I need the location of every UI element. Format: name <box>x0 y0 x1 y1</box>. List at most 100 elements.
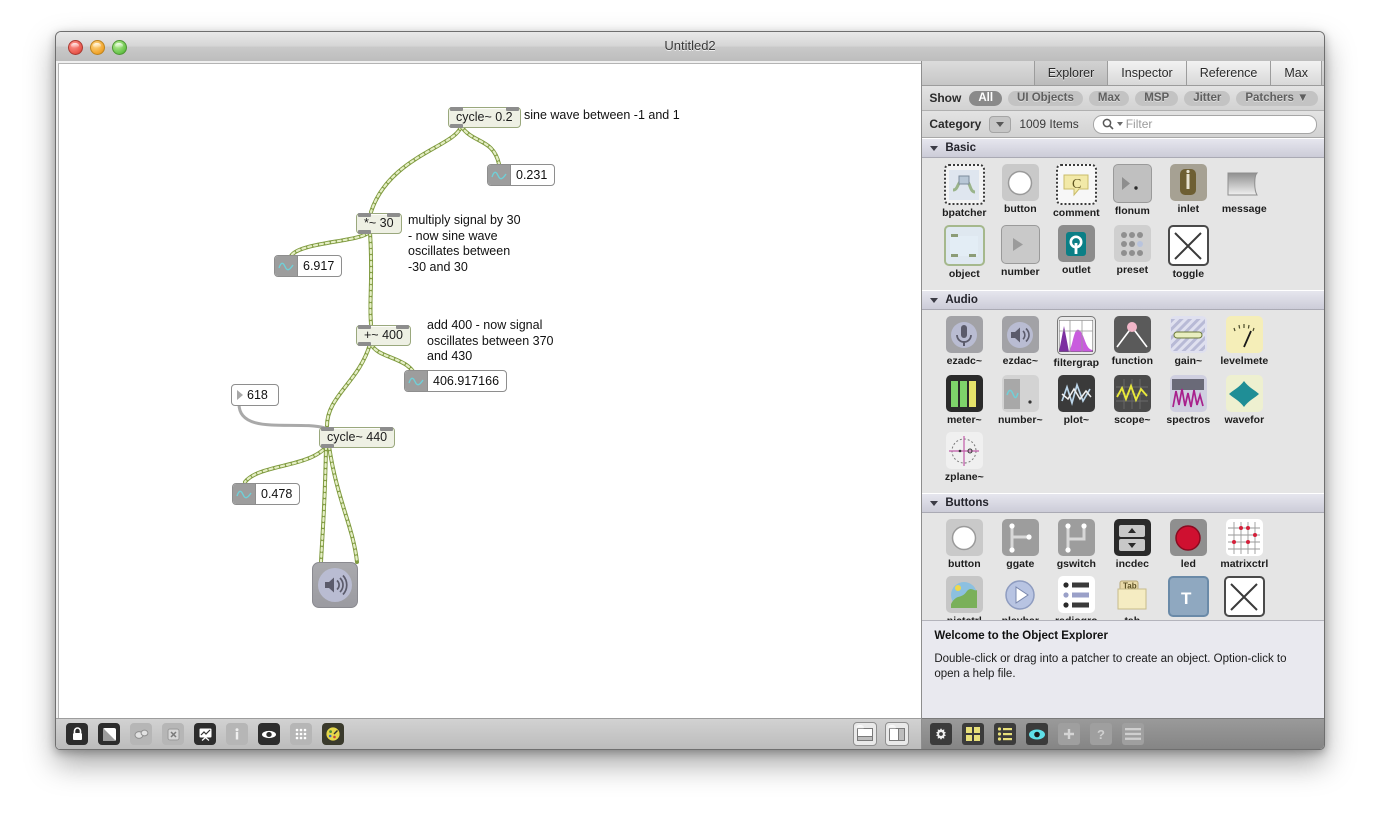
object-item-tab[interactable]: Tab tab <box>1104 576 1160 620</box>
number-signal-0231[interactable]: 0.231 <box>487 164 556 186</box>
window-titlebar[interactable]: Untitled2 <box>56 32 1324 62</box>
object-item-ezadc[interactable]: ezadc~ <box>936 316 992 369</box>
grid-view-icon[interactable] <box>962 723 985 745</box>
inspector-icon[interactable] <box>226 723 248 745</box>
filter-ui-objects[interactable]: UI Objects <box>1008 90 1083 106</box>
number-box-618[interactable]: 618 <box>231 384 279 406</box>
object-item-textbutton[interactable]: T textbutto <box>1160 576 1216 620</box>
object-item-plot[interactable]: plot~ <box>1048 375 1104 426</box>
object-item-radiogroup[interactable]: radiogro <box>1048 576 1104 620</box>
object-item-playbar[interactable]: playbar <box>992 576 1048 620</box>
number-icon <box>1000 225 1040 264</box>
bottom-panel-icon[interactable] <box>853 722 878 746</box>
signal-value: 0.478 <box>261 487 293 501</box>
object-item-filtergraph[interactable]: filtergrap <box>1048 316 1104 369</box>
filter-patchers[interactable]: Patchers ▼ <box>1236 90 1318 106</box>
object-item-waveform[interactable]: wavefor <box>1216 375 1272 426</box>
number-signal-0478[interactable]: 0.478 <box>232 483 301 505</box>
object-item-ggate[interactable]: ggate <box>992 519 1048 570</box>
speaker-icon <box>318 568 352 602</box>
object-item-incdec[interactable]: incdec <box>1104 519 1160 570</box>
object-item-function[interactable]: function <box>1104 316 1160 369</box>
object-item-object[interactable]: object <box>936 225 992 280</box>
section-header-buttons[interactable]: Buttons <box>922 493 1324 513</box>
tab-label: Inspector <box>1121 66 1173 80</box>
palette-icon[interactable] <box>322 723 344 745</box>
object-item-bpatcher[interactable]: bpatcher <box>936 164 992 219</box>
object-item-gswitch[interactable]: gswitch <box>1048 519 1104 570</box>
tab-icon: Tab <box>1114 576 1151 613</box>
number-signal-406917166[interactable]: 406.917166 <box>404 370 508 392</box>
outlet-left <box>321 444 334 448</box>
lock-icon[interactable] <box>66 723 88 745</box>
list-view-icon[interactable] <box>994 723 1017 745</box>
tab-explorer[interactable]: Explorer <box>1033 61 1109 85</box>
object-item-levelmeter[interactable]: levelmete <box>1216 316 1272 369</box>
category-dropdown-button[interactable] <box>989 115 1012 133</box>
tab-reference[interactable]: Reference <box>1185 61 1272 85</box>
spectroscope-icon <box>1169 375 1207 412</box>
object-item-matrixctrl[interactable]: matrixctrl <box>1216 519 1272 570</box>
comment-sine-wave[interactable]: sine wave between -1 and 1 <box>524 108 680 124</box>
object-item-button2[interactable]: button <box>936 519 992 570</box>
tab-max[interactable]: Max <box>1270 61 1322 85</box>
pencil-icon[interactable] <box>194 723 216 745</box>
object-item-preset[interactable]: preset <box>1104 225 1160 280</box>
eye-icon[interactable] <box>1026 723 1049 745</box>
object-item-toggle[interactable]: toggle <box>1160 225 1216 280</box>
tab-inspector[interactable]: Inspector <box>1107 61 1187 85</box>
object-label: ggate <box>1006 558 1035 570</box>
comment-multiply[interactable]: multiply signal by 30 - now sine wave os… <box>408 213 521 275</box>
object-item-button[interactable]: button <box>992 164 1048 219</box>
object-item-gain[interactable]: gain~ <box>1160 316 1216 369</box>
svg-text:C: C <box>1072 177 1081 192</box>
object-item-outlet[interactable]: outlet <box>1048 225 1104 280</box>
ezdac-object[interactable] <box>312 562 358 608</box>
object-item-meter[interactable]: meter~ <box>936 375 992 426</box>
filter-jitter[interactable]: Jitter <box>1184 90 1231 106</box>
inlet-left <box>358 213 371 217</box>
object-item-pictctrl[interactable]: pictctrl <box>936 576 992 620</box>
object-multiply-30[interactable]: *~ 30 <box>356 213 402 234</box>
comment-add-400[interactable]: add 400 - now signal oscillates between … <box>427 318 553 365</box>
object-item-zplane[interactable]: zplane~ <box>936 432 992 483</box>
object-item-led[interactable]: led <box>1160 519 1216 570</box>
object-item-spectroscope[interactable]: spectros <box>1160 375 1216 426</box>
object-text: +~ 400 <box>364 328 403 342</box>
search-dropdown-icon[interactable] <box>1116 122 1123 126</box>
menu-icon[interactable] <box>1122 723 1145 745</box>
object-item-number[interactable]: number <box>992 225 1048 280</box>
section-header-basic[interactable]: Basic <box>922 138 1324 158</box>
grid-snap-icon[interactable] <box>258 723 280 745</box>
object-cycle-440[interactable]: cycle~ 440 <box>319 427 396 448</box>
presentation-icon[interactable] <box>98 723 120 745</box>
led-icon <box>1169 519 1207 556</box>
gear-icon[interactable] <box>930 723 953 745</box>
delete-icon[interactable] <box>162 723 184 745</box>
object-item-message[interactable]: message <box>1216 164 1272 219</box>
object-label: bpatcher <box>942 207 987 219</box>
patcher-canvas[interactable]: cycle~ 0.2 sine wave between -1 and 1 0.… <box>58 63 922 720</box>
add-icon[interactable] <box>1058 723 1081 745</box>
side-panel-icon[interactable] <box>885 722 910 746</box>
filter-all[interactable]: All <box>969 90 1003 106</box>
object-list[interactable]: Basic bpatcher button C comment flonum i… <box>922 138 1324 620</box>
grid-icon[interactable] <box>290 723 312 745</box>
object-item-toggle2[interactable]: toggle <box>1216 576 1272 620</box>
object-item-inlet[interactable]: inlet <box>1160 164 1216 219</box>
paste-replace-icon[interactable] <box>130 723 152 745</box>
object-item-comment[interactable]: C comment <box>1048 164 1104 219</box>
object-item-flonum[interactable]: flonum <box>1104 164 1160 219</box>
section-header-audio[interactable]: Audio <box>922 290 1324 310</box>
object-item-scope[interactable]: scope~ <box>1104 375 1160 426</box>
filter-max[interactable]: Max <box>1088 90 1130 106</box>
object-cycle-0-2[interactable]: cycle~ 0.2 <box>448 107 521 128</box>
filter-msp[interactable]: MSP <box>1135 90 1179 106</box>
object-item-number-signal[interactable]: number~ <box>992 375 1048 426</box>
number-signal-6917[interactable]: 6.917 <box>274 255 343 277</box>
help-icon[interactable]: ? <box>1090 723 1113 745</box>
object-add-400[interactable]: +~ 400 <box>356 325 411 346</box>
search-input[interactable]: Filter <box>1092 114 1317 134</box>
object-item-ezdac[interactable]: ezdac~ <box>992 316 1048 369</box>
plot-icon <box>1057 375 1095 412</box>
